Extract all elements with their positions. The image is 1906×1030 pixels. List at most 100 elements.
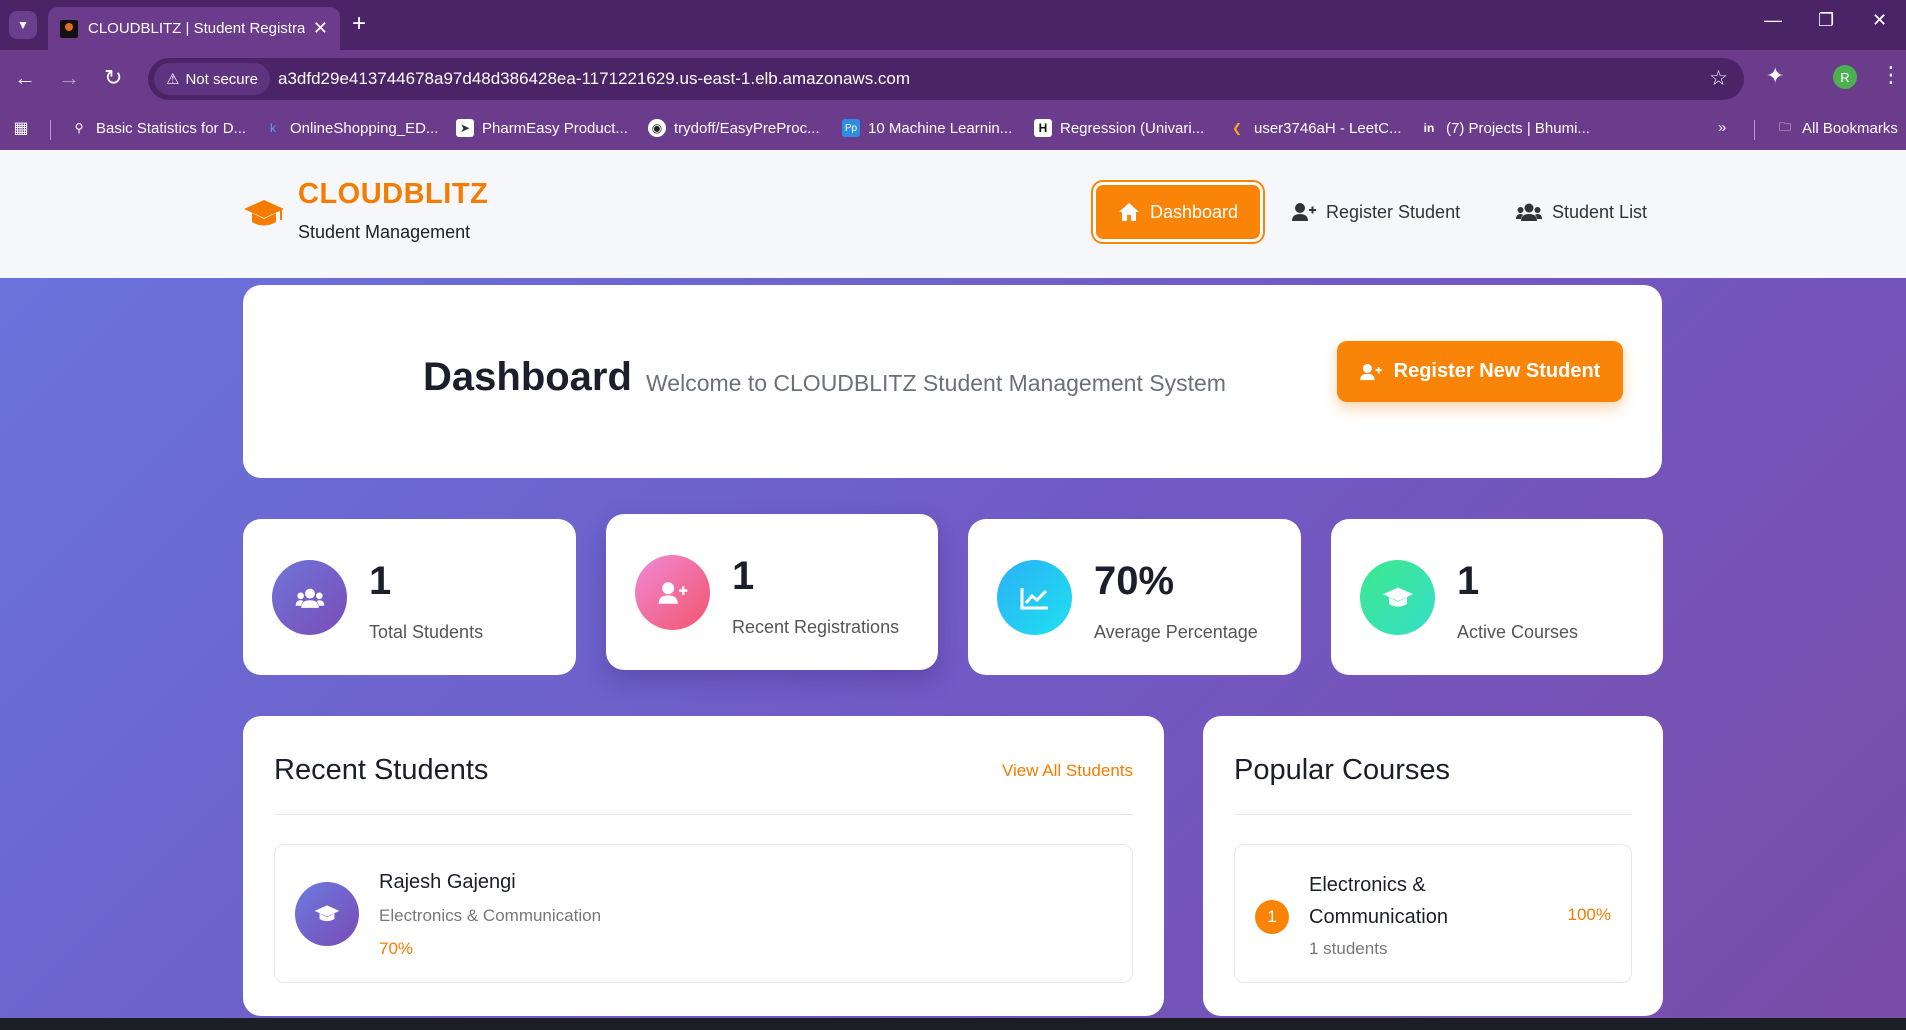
url-text[interactable]: a3dfd29e413744678a97d48d386428ea-1171221… (278, 69, 910, 89)
stat-label: Recent Registrations (732, 617, 900, 637)
github-icon: ◉ (648, 119, 666, 137)
os-taskbar (0, 1018, 1906, 1030)
stat-value: 1 (369, 559, 392, 603)
student-avatar (295, 882, 359, 946)
bookmark-item[interactable]: k OnlineShopping_ED... (264, 119, 438, 137)
omnibox[interactable]: ⚠ Not secure a3dfd29e413744678a97d48d386… (148, 58, 1744, 100)
bookmark-star-icon[interactable]: ☆ (1709, 66, 1728, 91)
back-arrow-icon[interactable]: ← (14, 65, 36, 91)
stat-icon-circle (272, 560, 347, 635)
course-list-item[interactable]: 1 Electronics & Communication 1 students… (1234, 844, 1632, 983)
popular-courses-title: Popular Courses (1234, 754, 1450, 786)
bookmark-item[interactable]: H Regression (Univari... (1034, 119, 1204, 137)
student-course: Electronics & Communication (379, 906, 602, 925)
close-icon[interactable]: ✕ (313, 18, 328, 39)
profile-avatar[interactable]: R (1833, 65, 1857, 89)
stat-icon-circle (1360, 560, 1435, 635)
course-student-count: 1 students (1309, 939, 1388, 958)
browser-menu-icon[interactable]: ⋮ (1880, 62, 1902, 88)
stat-card-average-percentage: 70% Average Percentage (968, 519, 1301, 675)
browser-tab[interactable]: CLOUDBLITZ | Student Registrat ✕ (48, 7, 340, 50)
bookmark-item[interactable]: ❮ user3746aH - LeetC... (1228, 119, 1402, 137)
course-rank-badge: 1 (1255, 900, 1289, 934)
apps-grid-icon[interactable]: ▦ (12, 119, 30, 137)
graduation-cap-icon (1382, 587, 1413, 607)
register-new-student-label: Register New Student (1393, 360, 1601, 382)
k-site-icon: k (270, 121, 276, 135)
restore-icon[interactable]: ❐ (1818, 10, 1834, 31)
bookmark-item[interactable]: ⚲ Basic Statistics for D... (70, 119, 246, 137)
nav-dashboard-label: Dashboard (1150, 201, 1239, 222)
graduation-cap-icon (314, 905, 340, 922)
users-icon (1516, 203, 1542, 221)
register-new-student-button[interactable]: Register New Student (1337, 341, 1623, 402)
user-plus-icon (1359, 363, 1382, 380)
forward-arrow-icon[interactable]: → (58, 65, 80, 91)
course-name: Electronics & Communication (1309, 874, 1448, 928)
security-chip[interactable]: ⚠ Not secure (154, 63, 270, 95)
stat-icon-circle (635, 555, 710, 630)
nav-student-list[interactable]: Student List (1494, 182, 1669, 242)
bookmarks-bar: ▦ ⚲ Basic Statistics for D... k OnlineShop… (0, 108, 1906, 150)
leetcode-icon: ❮ (1231, 121, 1243, 135)
stat-card-active-courses: 1 Active Courses (1331, 519, 1663, 675)
recent-students-title: Recent Students (274, 754, 489, 786)
users-icon (295, 588, 324, 608)
extensions-puzzle-icon[interactable]: ✦ (1766, 63, 1784, 89)
new-tab-plus-icon[interactable]: + (352, 10, 366, 38)
student-list-item[interactable]: Rajesh Gajengi Electronics & Communicati… (274, 844, 1133, 983)
bookmark-divider (50, 120, 51, 140)
chart-line-icon (1020, 587, 1048, 609)
more-bookmarks-icon[interactable]: » (1718, 119, 1726, 136)
stat-label: Total Students (369, 622, 484, 642)
tab-search-button[interactable]: ▼ (9, 11, 37, 39)
bookmark-item[interactable]: ◉ trydoff/EasyPreProc... (648, 119, 820, 137)
security-label: Not secure (185, 70, 258, 88)
folder-icon: 🗀 (1778, 119, 1791, 134)
brand-name[interactable]: CLOUDBLITZ (298, 178, 488, 211)
h-site-icon: H (1034, 119, 1052, 137)
nav-list-label: Student List (1552, 201, 1648, 222)
dashboard-banner: Dashboard Welcome to CLOUDBLITZ Student … (243, 285, 1662, 478)
view-all-students-link[interactable]: View All Students (1002, 761, 1133, 781)
browser-address-bar: ← → ↻ ⚠ Not secure a3dfd29e413744678a97d… (0, 50, 1906, 108)
page-title: Dashboard (423, 355, 632, 399)
page-content: CLOUDBLITZ Student Management Dashboard … (0, 150, 1906, 1018)
user-plus-icon (1292, 203, 1316, 221)
tab-title: CLOUDBLITZ | Student Registrat (88, 20, 305, 37)
site-header: CLOUDBLITZ Student Management Dashboard … (0, 150, 1906, 278)
stat-label: Active Courses (1457, 622, 1579, 642)
stat-card-total-students: 1 Total Students (243, 519, 576, 675)
student-name: Rajesh Gajengi (379, 871, 516, 893)
reload-icon[interactable]: ↻ (104, 65, 122, 91)
graduation-cap-icon (244, 200, 284, 226)
divider (1234, 814, 1632, 815)
minimize-icon[interactable]: — (1764, 10, 1782, 31)
brand-subtitle: Student Management (298, 222, 471, 242)
nav-register-student[interactable]: Register Student (1270, 182, 1482, 242)
all-bookmarks[interactable]: 🗀 All Bookmarks (1776, 119, 1898, 137)
welcome-text: Welcome to CLOUDBLITZ Student Management… (646, 370, 1226, 396)
window-close-icon[interactable]: ✕ (1872, 10, 1887, 31)
course-percentage: 100% (1567, 905, 1611, 924)
stat-card-recent-registrations: 1 Recent Registrations (606, 514, 938, 670)
stat-icon-circle (997, 560, 1072, 635)
nav-dashboard[interactable]: Dashboard (1093, 182, 1264, 242)
bookmark-item[interactable]: Pp 10 Machine Learnin... (842, 119, 1012, 137)
rocket-icon: ➤ (456, 119, 474, 137)
divider (274, 814, 1133, 815)
nav-register-label: Register Student (1326, 201, 1461, 222)
stat-value: 70% (1094, 559, 1175, 603)
bookmark-item[interactable]: ➤ PharmEasy Product... (456, 119, 628, 137)
stat-label: Average Percentage (1094, 622, 1258, 642)
bookmark-divider (1754, 120, 1755, 140)
linkedin-icon: in (1423, 121, 1435, 135)
search-icon: ⚲ (74, 121, 84, 135)
site-favicon-icon (60, 19, 78, 38)
user-plus-icon (658, 581, 687, 604)
browser-tab-bar: ▼ CLOUDBLITZ | Student Registrat ✕ + — ❐… (0, 0, 1906, 50)
pp-site-icon: Pp (842, 119, 860, 137)
stat-value: 1 (732, 554, 755, 598)
bookmark-item[interactable]: in (7) Projects | Bhumi... (1420, 119, 1590, 137)
student-percentage: 70% (379, 939, 414, 958)
